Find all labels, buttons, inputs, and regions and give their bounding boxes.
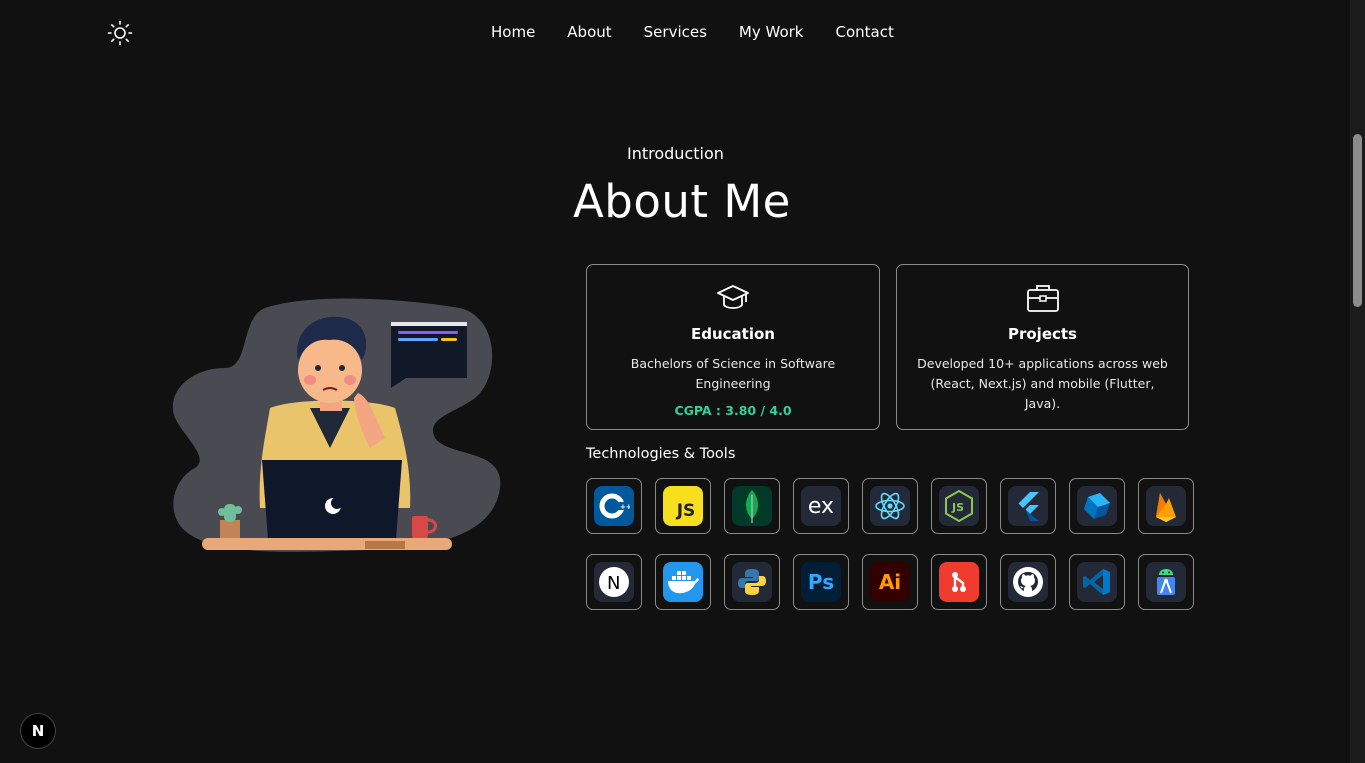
express-icon: ex (801, 486, 841, 526)
javascript-icon: JS (663, 486, 703, 526)
nav-link-services[interactable]: Services (644, 22, 707, 42)
tool-docker[interactable] (655, 554, 711, 610)
nav-link-my-work[interactable]: My Work (739, 22, 804, 42)
tool-photoshop[interactable]: Ps (793, 554, 849, 610)
page-title: About Me (573, 175, 791, 228)
nextjs-icon: N (594, 562, 634, 602)
docker-icon (663, 562, 703, 602)
tool-express[interactable]: ex (793, 478, 849, 534)
mongodb-icon (732, 486, 772, 526)
c++-icon: ++ (594, 486, 634, 526)
ai-text: Ai (878, 570, 902, 594)
briefcase-icon (1026, 285, 1059, 312)
tool-firebase[interactable] (1138, 478, 1194, 534)
tool-nextjs[interactable]: N (586, 554, 642, 610)
tool-flutter[interactable] (1000, 478, 1056, 534)
react-icon (870, 486, 910, 526)
section-eyebrow: Introduction (627, 144, 724, 163)
tool-dart[interactable] (1069, 478, 1125, 534)
nodejs-icon: JS (939, 486, 979, 526)
tool-mongodb[interactable] (724, 478, 780, 534)
photoshop-icon: Ps (801, 562, 841, 602)
education-cgpa: CGPA : 3.80 / 4.0 (674, 403, 792, 418)
tool-android-studio[interactable] (1138, 554, 1194, 610)
android-studio-icon (1146, 562, 1186, 602)
tool-git[interactable] (931, 554, 987, 610)
tool-nodejs[interactable]: JS (931, 478, 987, 534)
tech-heading: Technologies & Tools (586, 446, 736, 462)
svg-text:N: N (607, 573, 620, 594)
graduation-cap-icon (717, 285, 749, 309)
nav-link-about[interactable]: About (567, 22, 611, 42)
nav-link-contact[interactable]: Contact (836, 22, 894, 42)
tool-python[interactable] (724, 554, 780, 610)
tool-github[interactable] (1000, 554, 1056, 610)
ex-text: ex (807, 493, 835, 519)
education-title: Education (691, 325, 775, 343)
scrollbar-thumb[interactable] (1353, 134, 1362, 307)
next-badge-text: N (31, 722, 45, 740)
firebase-icon (1146, 486, 1186, 526)
js-text: JS (676, 501, 696, 521)
svg-text:JS: JS (951, 501, 964, 514)
flutter-icon (1008, 486, 1048, 526)
tool-react[interactable] (862, 478, 918, 534)
projects-title: Projects (1007, 325, 1077, 343)
tool-illustrator[interactable]: Ai (862, 554, 918, 610)
tool-cpp[interactable]: ++ (586, 478, 642, 534)
vscode-icon (1077, 562, 1117, 602)
developer-illustration (172, 298, 501, 552)
nav-link-home[interactable]: Home (491, 22, 535, 42)
education-description: Bachelors of Science in Software Enginee… (630, 356, 836, 391)
dart-icon (1077, 486, 1117, 526)
nextjs-dev-badge[interactable]: N (20, 713, 56, 749)
tool-javascript[interactable]: JS (655, 478, 711, 534)
tool-vscode[interactable] (1069, 554, 1125, 610)
illustrator-icon: Ai (870, 562, 910, 602)
svg-text:++: ++ (620, 503, 630, 511)
projects-card: Projects Developed 10+ applications acro… (896, 264, 1189, 430)
page-scrollbar[interactable] (1350, 0, 1365, 763)
projects-description: Developed 10+ applications across web (R… (917, 356, 1168, 411)
main-nav: Home About Services My Work Contact (491, 22, 894, 42)
sun-icon (107, 20, 133, 46)
ps-text: Ps (807, 570, 835, 594)
education-card: Education Bachelors of Science in Softwa… (586, 264, 880, 430)
theme-toggle-button[interactable] (106, 19, 134, 47)
python-icon (732, 562, 772, 602)
git-icon (939, 562, 979, 602)
github-icon (1008, 562, 1048, 602)
